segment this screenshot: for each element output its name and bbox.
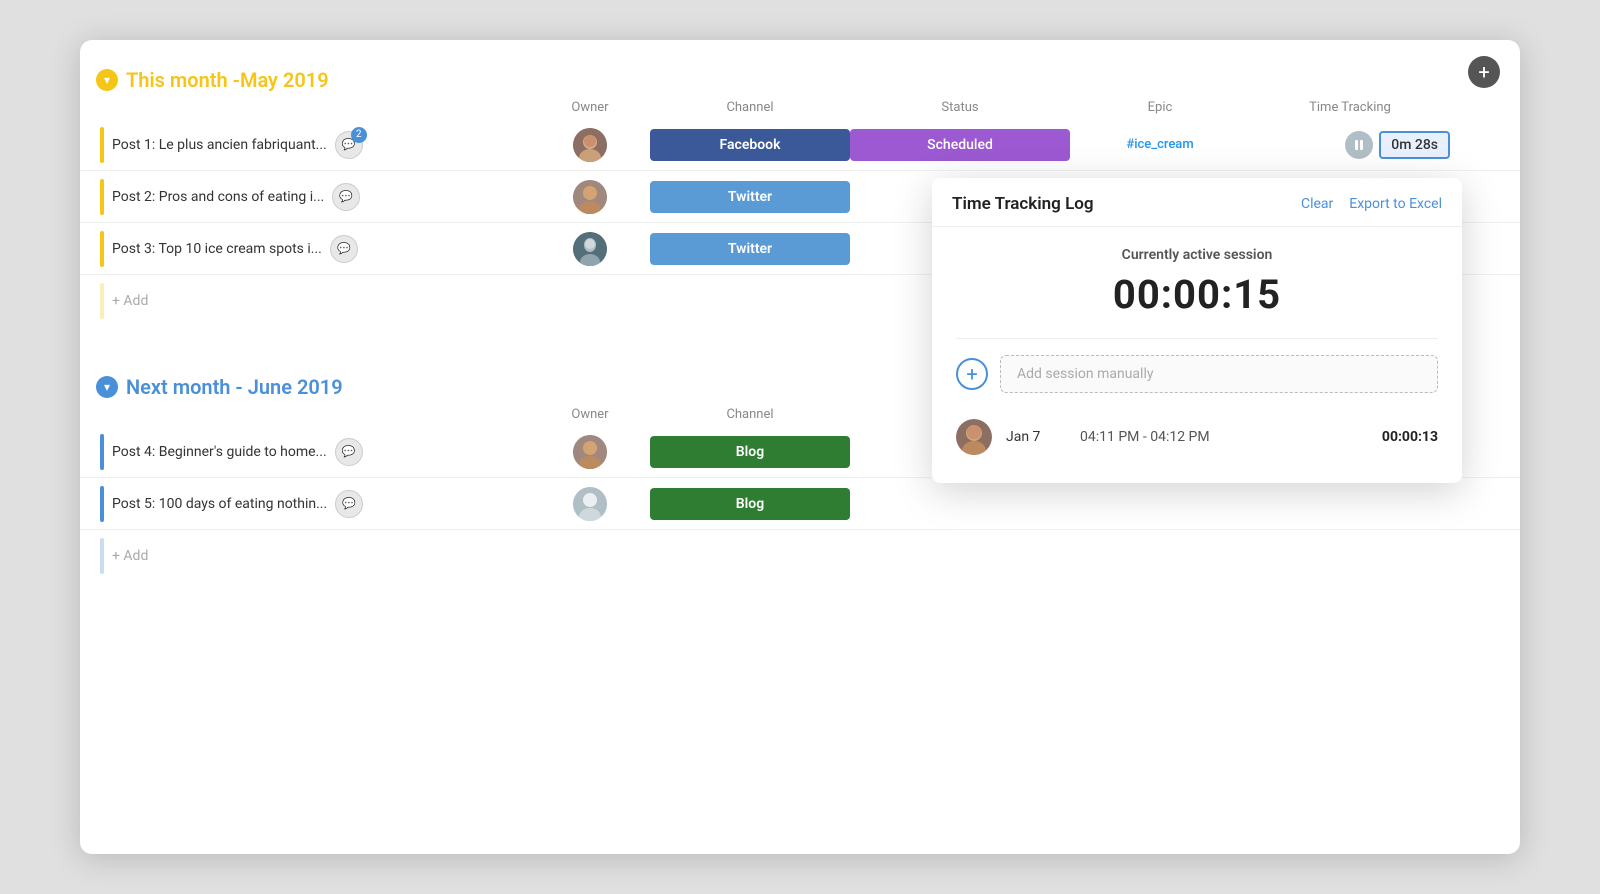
row-title-post3: Post 3: Top 10 ice cream spots i... 💬 — [100, 231, 530, 267]
post2-title: Post 2: Pros and cons of eating i... — [112, 189, 324, 205]
this-month-title: This month -May 2019 — [126, 68, 329, 92]
add-global-icon: + — [1478, 60, 1489, 84]
comment-badge-post3[interactable]: 💬 — [330, 235, 358, 263]
row-indicator-blue-2 — [100, 486, 104, 522]
time-tracking-popup: Time Tracking Log Clear Export to Excel … — [932, 178, 1462, 483]
this-month-header: ▾ This month -May 2019 — [80, 60, 1520, 100]
export-to-excel-button[interactable]: Export to Excel — [1349, 196, 1442, 212]
this-month-chevron[interactable]: ▾ — [96, 69, 118, 91]
row-indicator — [100, 127, 104, 163]
pause-button-post1[interactable] — [1345, 131, 1373, 159]
column-headers-this-month: Owner Channel Status Epic Time Tracking — [80, 100, 1520, 115]
owner-cell-post1 — [530, 128, 650, 162]
add-session-input[interactable]: Add session manually — [1000, 355, 1438, 393]
comment-badge-post2[interactable]: 💬 — [332, 183, 360, 211]
session-duration: 00:00:13 — [1382, 429, 1438, 445]
row-indicator — [100, 231, 104, 267]
avatar-post4 — [573, 435, 607, 469]
tt-popup-body: Currently active session 00:00:15 + Add … — [932, 227, 1462, 483]
avatar-post5 — [573, 487, 607, 521]
col-header-empty-2 — [100, 407, 530, 422]
channel-cell-post2[interactable]: Twitter — [650, 181, 850, 213]
table-row: Post 5: 100 days of eating nothin... 💬 B… — [80, 478, 1520, 530]
row-title-post1: Post 1: Le plus ancien fabriquant... 💬 — [100, 127, 530, 163]
add-row-indicator-2 — [100, 538, 104, 574]
channel-cell-post4[interactable]: Blog — [650, 436, 850, 468]
add-row-next-month[interactable]: + Add — [80, 530, 1520, 582]
post5-title: Post 5: 100 days of eating nothin... — [112, 496, 327, 512]
row-indicator — [100, 179, 104, 215]
session-avatar — [956, 419, 992, 455]
active-session-label: Currently active session — [956, 247, 1438, 263]
add-session-row: + Add session manually — [956, 355, 1438, 393]
table-row: Post 1: Le plus ancien fabriquant... 💬 — [80, 119, 1520, 171]
post1-title: Post 1: Le plus ancien fabriquant... — [112, 137, 327, 153]
col-header-channel: Channel — [650, 100, 850, 115]
epic-tag-post1: #ice_cream — [1070, 137, 1250, 152]
channel-cell-post1[interactable]: Facebook — [650, 129, 850, 161]
owner-cell-post4 — [530, 435, 650, 469]
col-header-owner: Owner — [530, 100, 650, 115]
tt-popup-title: Time Tracking Log — [952, 194, 1094, 214]
status-badge-post1[interactable]: Scheduled — [850, 129, 1070, 161]
col-header-actions — [1450, 100, 1500, 115]
owner-cell-post5 — [530, 487, 650, 521]
next-month-chevron[interactable]: ▾ — [96, 376, 118, 398]
session-time-range: 04:11 PM - 04:12 PM — [1080, 429, 1368, 445]
comment-badge-post4[interactable]: 💬 — [335, 438, 363, 466]
row-indicator-blue — [100, 434, 104, 470]
add-row-indicator — [100, 283, 104, 319]
col-header-status: Status — [850, 100, 1070, 115]
session-date: Jan 7 — [1006, 429, 1066, 445]
channel-cell-post3[interactable]: Twitter — [650, 233, 850, 265]
active-session-time: 00:00:15 — [956, 271, 1438, 318]
add-row-label-2: + Add — [112, 548, 148, 564]
comment-badge-post1[interactable]: 💬 — [335, 131, 363, 159]
tt-popup-actions: Clear Export to Excel — [1301, 196, 1442, 212]
col-header-channel-2: Channel — [650, 407, 850, 422]
channel-badge-post1[interactable]: Facebook — [650, 129, 850, 161]
next-month-title: Next month - June 2019 — [126, 375, 343, 399]
avatar-post2 — [573, 180, 607, 214]
channel-cell-post5[interactable]: Blog — [650, 488, 850, 520]
session-row: Jan 7 04:11 PM - 04:12 PM 00:00:13 — [956, 411, 1438, 463]
row-title-post5: Post 5: 100 days of eating nothin... 💬 — [100, 486, 530, 522]
main-content: + ▾ This month -May 2019 Owner Channel S… — [80, 40, 1520, 854]
owner-cell-post2 — [530, 180, 650, 214]
row-title-post4: Post 4: Beginner's guide to home... 💬 — [100, 434, 530, 470]
channel-badge-post5[interactable]: Blog — [650, 488, 850, 520]
avatar-post1 — [573, 128, 607, 162]
col-header-owner-2: Owner — [530, 407, 650, 422]
app-container: + ▾ This month -May 2019 Owner Channel S… — [80, 40, 1520, 854]
channel-badge-post3[interactable]: Twitter — [650, 233, 850, 265]
active-session-panel: Currently active session 00:00:15 — [956, 247, 1438, 318]
comment-badge-post5[interactable]: 💬 — [335, 490, 363, 518]
channel-badge-post4[interactable]: Blog — [650, 436, 850, 468]
col-header-time-tracking: Time Tracking — [1250, 100, 1450, 115]
post4-title: Post 4: Beginner's guide to home... — [112, 444, 327, 460]
add-row-label: + Add — [112, 293, 148, 309]
avatar-post3 — [573, 232, 607, 266]
channel-badge-post2[interactable]: Twitter — [650, 181, 850, 213]
status-cell-post1[interactable]: Scheduled — [850, 129, 1070, 161]
post3-title: Post 3: Top 10 ice cream spots i... — [112, 241, 322, 257]
tt-popup-header: Time Tracking Log Clear Export to Excel — [932, 178, 1462, 227]
add-session-icon[interactable]: + — [956, 358, 988, 390]
col-header-epic: Epic — [1070, 100, 1250, 115]
col-header-empty — [100, 100, 530, 115]
add-global-button[interactable]: + — [1468, 56, 1500, 88]
clear-button[interactable]: Clear — [1301, 196, 1333, 212]
time-tracking-cell-post1: 0m 28s — [1250, 131, 1450, 159]
time-value-post1[interactable]: 0m 28s — [1379, 131, 1450, 159]
tt-divider — [956, 338, 1438, 339]
owner-cell-post3 — [530, 232, 650, 266]
row-title-post2: Post 2: Pros and cons of eating i... 💬 — [100, 179, 530, 215]
